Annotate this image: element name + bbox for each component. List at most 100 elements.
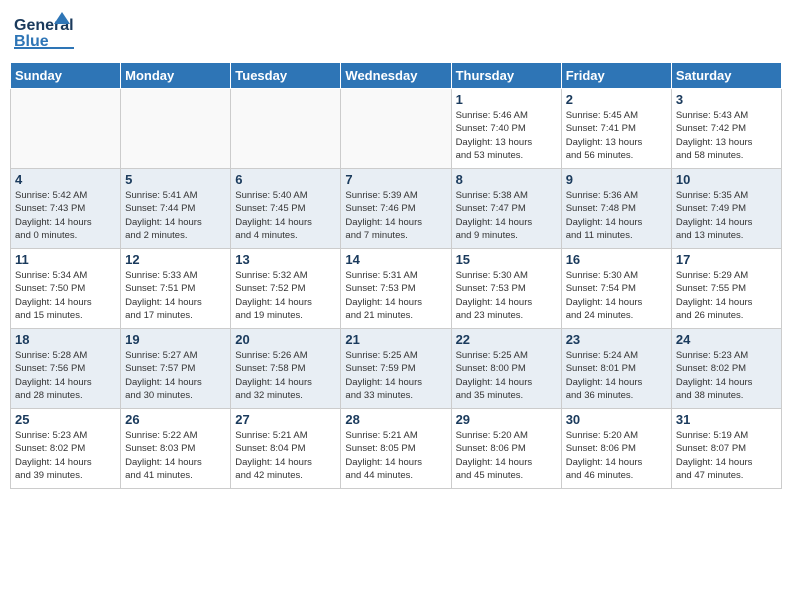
day-number: 16: [566, 252, 667, 267]
day-info-line: Sunrise: 5:21 AM: [345, 430, 417, 441]
day-info-line: Sunrise: 5:23 AM: [15, 430, 87, 441]
day-info-line: Daylight: 14 hours: [125, 377, 202, 388]
calendar-week-2: 4Sunrise: 5:42 AMSunset: 7:43 PMDaylight…: [11, 169, 782, 249]
day-number: 18: [15, 332, 116, 347]
day-info-line: Daylight: 14 hours: [345, 377, 422, 388]
day-info-line: and 30 minutes.: [125, 390, 193, 401]
day-info-line: Daylight: 14 hours: [456, 217, 533, 228]
calendar-day-cell: 17Sunrise: 5:29 AMSunset: 7:55 PMDayligh…: [671, 249, 781, 329]
day-info-line: Daylight: 14 hours: [676, 297, 753, 308]
calendar-day-cell: 4Sunrise: 5:42 AMSunset: 7:43 PMDaylight…: [11, 169, 121, 249]
calendar-day-cell: 16Sunrise: 5:30 AMSunset: 7:54 PMDayligh…: [561, 249, 671, 329]
day-info-line: Sunrise: 5:43 AM: [676, 110, 748, 121]
day-number: 1: [456, 92, 557, 107]
day-number: 9: [566, 172, 667, 187]
day-info-line: Sunset: 7:49 PM: [676, 203, 746, 214]
day-info-line: Daylight: 14 hours: [125, 297, 202, 308]
day-info-line: Sunrise: 5:25 AM: [345, 350, 417, 361]
calendar-day-cell: 18Sunrise: 5:28 AMSunset: 7:56 PMDayligh…: [11, 329, 121, 409]
day-info-line: Sunset: 8:02 PM: [15, 443, 85, 454]
day-info-line: Sunset: 7:45 PM: [235, 203, 305, 214]
day-info-line: Sunrise: 5:40 AM: [235, 190, 307, 201]
day-info-line: Sunset: 7:40 PM: [456, 123, 526, 134]
calendar-day-cell: 22Sunrise: 5:25 AMSunset: 8:00 PMDayligh…: [451, 329, 561, 409]
day-number: 19: [125, 332, 226, 347]
calendar-day-cell: 31Sunrise: 5:19 AMSunset: 8:07 PMDayligh…: [671, 409, 781, 489]
day-info-line: Sunset: 7:51 PM: [125, 283, 195, 294]
day-info-line: Sunrise: 5:19 AM: [676, 430, 748, 441]
day-info-line: Sunrise: 5:38 AM: [456, 190, 528, 201]
day-info: Sunrise: 5:25 AMSunset: 7:59 PMDaylight:…: [345, 349, 446, 402]
day-info: Sunrise: 5:20 AMSunset: 8:06 PMDaylight:…: [456, 429, 557, 482]
day-info-line: and 15 minutes.: [15, 310, 83, 321]
day-info-line: Sunset: 8:03 PM: [125, 443, 195, 454]
day-info-line: Sunset: 8:00 PM: [456, 363, 526, 374]
day-info-line: and 47 minutes.: [676, 470, 744, 481]
day-info: Sunrise: 5:25 AM Sunset: 8:00 PM Daylight:…: [456, 349, 557, 402]
day-number: 3: [676, 92, 777, 107]
day-info-line: and 28 minutes.: [15, 390, 83, 401]
day-info-line: and 32 minutes.: [235, 390, 303, 401]
day-info-line: Sunset: 7:53 PM: [345, 283, 415, 294]
day-info: Sunrise: 5:21 AMSunset: 8:04 PMDaylight:…: [235, 429, 336, 482]
day-info-line: Daylight: 14 hours: [456, 297, 533, 308]
calendar-day-cell: [11, 89, 121, 169]
day-info-line: Daylight: 14 hours: [456, 377, 533, 388]
day-info-line: and 33 minutes.: [345, 390, 413, 401]
day-info-line: Sunset: 7:53 PM: [456, 283, 526, 294]
calendar-day-cell: 9Sunrise: 5:36 AMSunset: 7:48 PMDaylight…: [561, 169, 671, 249]
day-info-line: Daylight: 14 hours: [345, 217, 422, 228]
day-info: Sunrise: 5:27 AMSunset: 7:57 PMDaylight:…: [125, 349, 226, 402]
day-number: 14: [345, 252, 446, 267]
day-info-line: Daylight: 14 hours: [676, 457, 753, 468]
day-number: 6: [235, 172, 336, 187]
day-info-line: Daylight: 14 hours: [566, 457, 643, 468]
day-info-line: and 42 minutes.: [235, 470, 303, 481]
day-info-line: Sunrise: 5:20 AM: [456, 430, 528, 441]
day-info-line: Sunset: 7:54 PM: [566, 283, 636, 294]
day-info-line: Daylight: 13 hours: [676, 137, 753, 148]
calendar-day-cell: [341, 89, 451, 169]
day-number: 13: [235, 252, 336, 267]
calendar-day-cell: 1Sunrise: 5:46 AMSunset: 7:40 PMDaylight…: [451, 89, 561, 169]
day-info-line: Daylight: 14 hours: [15, 457, 92, 468]
day-number: 27: [235, 412, 336, 427]
day-info-line: and 24 minutes.: [566, 310, 634, 321]
day-info-line: Sunset: 7:52 PM: [235, 283, 305, 294]
day-info: Sunrise: 5:35 AMSunset: 7:49 PMDaylight:…: [676, 189, 777, 242]
day-info-line: Sunrise: 5:27 AM: [125, 350, 197, 361]
day-info: Sunrise: 5:26 AMSunset: 7:58 PMDaylight:…: [235, 349, 336, 402]
day-info-line: Sunset: 7:43 PM: [15, 203, 85, 214]
day-info-line: Daylight: 13 hours: [456, 137, 533, 148]
day-info-line: Sunset: 7:50 PM: [15, 283, 85, 294]
day-info-line: and 7 minutes.: [345, 230, 407, 241]
day-info-line: Daylight: 14 hours: [566, 217, 643, 228]
weekday-header-wednesday: Wednesday: [341, 63, 451, 89]
day-number: 25: [15, 412, 116, 427]
day-info-line: Sunrise: 5:23 AM: [676, 350, 748, 361]
day-info: Sunrise: 5:23 AMSunset: 8:02 PMDaylight:…: [676, 349, 777, 402]
day-info: Sunrise: 5:30 AMSunset: 7:53 PMDaylight:…: [456, 269, 557, 322]
day-info-line: Daylight: 14 hours: [15, 297, 92, 308]
calendar-week-1: 1Sunrise: 5:46 AMSunset: 7:40 PMDaylight…: [11, 89, 782, 169]
day-number: 24: [676, 332, 777, 347]
day-info-line: Sunrise: 5:34 AM: [15, 270, 87, 281]
day-info-line: Sunrise: 5:39 AM: [345, 190, 417, 201]
day-info-line: Sunset: 7:55 PM: [676, 283, 746, 294]
calendar-day-cell: 21Sunrise: 5:25 AMSunset: 7:59 PMDayligh…: [341, 329, 451, 409]
day-info-line: and 36 minutes.: [566, 390, 634, 401]
day-info-line: and 45 minutes.: [456, 470, 524, 481]
day-info: Sunrise: 5:23 AM Sunset: 8:02 PM Daylight:…: [15, 429, 116, 482]
day-info-line: Daylight: 14 hours: [125, 457, 202, 468]
day-info-line: Sunrise: 5:32 AM: [235, 270, 307, 281]
day-number: 20: [235, 332, 336, 347]
day-info-line: Sunrise: 5:26 AM: [235, 350, 307, 361]
day-info-line: Sunset: 8:04 PM: [235, 443, 305, 454]
day-number: 12: [125, 252, 226, 267]
day-info: Sunrise: 5:24 AMSunset: 8:01 PMDaylight:…: [566, 349, 667, 402]
calendar-day-cell: 19 Sunrise: 5:27 AMSunset: 7:57 PMDayligh…: [121, 329, 231, 409]
calendar-week-5: 25 Sunrise: 5:23 AM Sunset: 8:02 PM Dayligh…: [11, 409, 782, 489]
day-info-line: and 17 minutes.: [125, 310, 193, 321]
day-info-line: Sunrise: 5:25 AM: [456, 350, 528, 361]
calendar-day-cell: 13Sunrise: 5:32 AMSunset: 7:52 PMDayligh…: [231, 249, 341, 329]
